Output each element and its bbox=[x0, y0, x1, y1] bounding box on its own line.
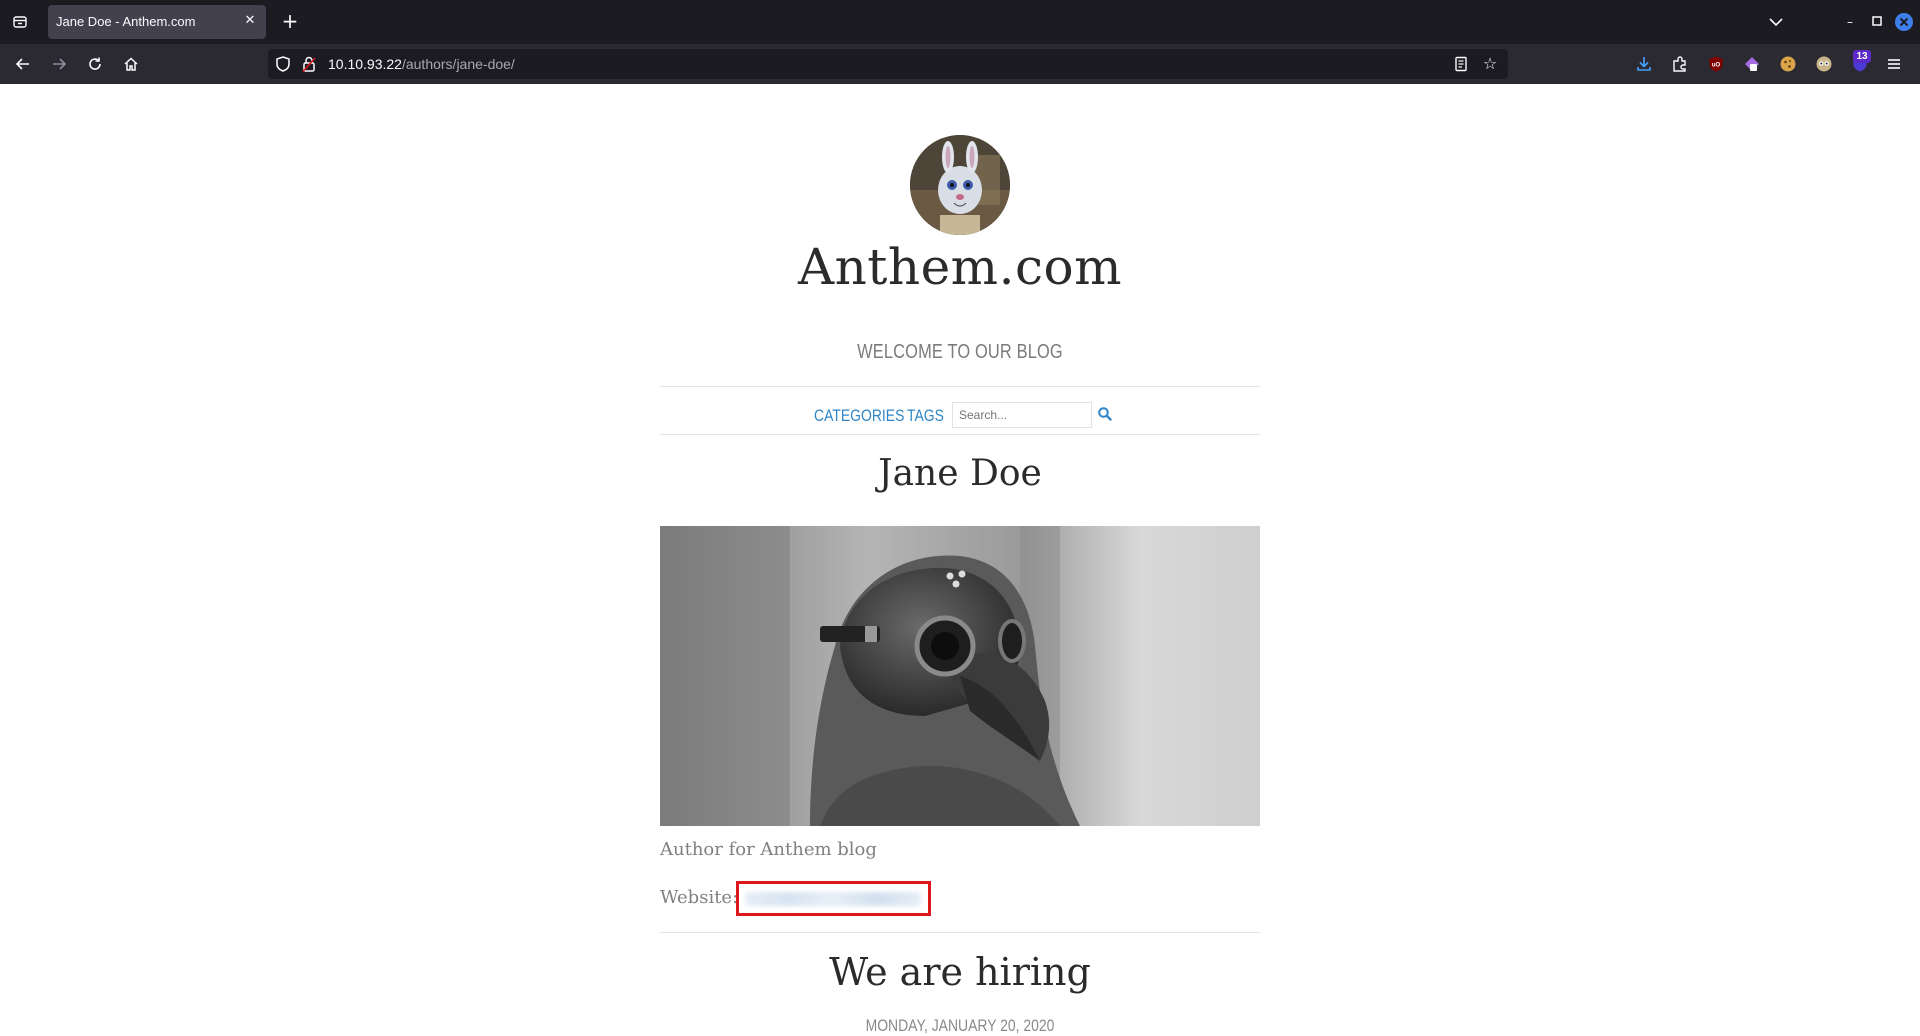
post-title-link[interactable]: We are hiring bbox=[660, 950, 1260, 994]
cookie-extension-icon[interactable] bbox=[1778, 54, 1798, 74]
maximize-icon[interactable] bbox=[1867, 12, 1887, 32]
url-host: 10.10.93.22 bbox=[328, 56, 402, 72]
container-tabs-icon[interactable] bbox=[1742, 54, 1762, 74]
site-tagline: WELCOME TO OUR BLOG bbox=[857, 341, 1063, 363]
site-nav-menu: CATEGORIES TAGS bbox=[660, 397, 1260, 435]
navigation-toolbar: 10.10.93.22/authors/jane-doe/ ☆ uO bbox=[0, 44, 1920, 84]
address-bar[interactable]: 10.10.93.22/authors/jane-doe/ ☆ bbox=[268, 49, 1508, 79]
minimize-icon[interactable]: – bbox=[1840, 12, 1860, 32]
url-text[interactable]: 10.10.93.22/authors/jane-doe/ bbox=[328, 56, 515, 72]
close-tab-icon[interactable]: ✕ bbox=[242, 13, 258, 29]
owl-extension-icon[interactable] bbox=[1814, 54, 1834, 74]
tracking-protection-shield-icon[interactable] bbox=[274, 55, 292, 73]
divider bbox=[660, 434, 1260, 435]
browser-tab-active[interactable]: Jane Doe - Anthem.com ✕ bbox=[48, 5, 266, 39]
url-path: /authors/jane-doe/ bbox=[401, 56, 515, 72]
extension-badge-count: 13 bbox=[1853, 50, 1871, 63]
reader-view-icon[interactable] bbox=[1452, 55, 1470, 73]
bookmark-star-icon[interactable]: ☆ bbox=[1480, 54, 1500, 74]
search-icon[interactable] bbox=[1097, 406, 1115, 424]
svg-text:uO: uO bbox=[1712, 63, 1721, 69]
tab-bar: Jane Doe - Anthem.com ✕ + – bbox=[0, 0, 1920, 44]
forward-icon[interactable] bbox=[49, 54, 69, 74]
post-date: MONDAY, JANUARY 20, 2020 bbox=[865, 1016, 1055, 1035]
site-logo-avatar[interactable] bbox=[910, 135, 1010, 235]
author-photo bbox=[660, 526, 1260, 826]
app-menu-icon[interactable] bbox=[1884, 54, 1904, 74]
website-label: Website: bbox=[660, 887, 739, 908]
site-title[interactable]: Anthem.com bbox=[660, 238, 1260, 296]
divider bbox=[660, 932, 1260, 933]
nav-link-categories[interactable]: CATEGORIES bbox=[814, 406, 904, 426]
redacted-url-blur bbox=[745, 892, 921, 906]
divider bbox=[660, 386, 1260, 387]
tab-list-chevron-icon[interactable] bbox=[1766, 12, 1786, 32]
page-content: Anthem.com WELCOME TO OUR BLOG CATEGORIE… bbox=[0, 84, 1920, 1036]
close-window-icon[interactable] bbox=[1894, 12, 1914, 32]
extensions-puzzle-icon[interactable] bbox=[1670, 54, 1690, 74]
nav-link-tags[interactable]: TAGS bbox=[907, 406, 944, 426]
reload-icon[interactable] bbox=[85, 54, 105, 74]
author-name-heading: Jane Doe bbox=[878, 453, 1042, 494]
ublock-origin-icon[interactable]: uO bbox=[1706, 54, 1726, 74]
home-icon[interactable] bbox=[121, 54, 141, 74]
downloads-icon[interactable] bbox=[1634, 54, 1654, 74]
tab-title: Jane Doe - Anthem.com bbox=[56, 14, 196, 29]
author-website-link-redacted[interactable] bbox=[736, 881, 931, 916]
list-all-tabs-icon[interactable] bbox=[10, 12, 30, 32]
new-tab-icon[interactable]: + bbox=[280, 11, 300, 31]
search-input[interactable] bbox=[952, 402, 1092, 428]
connection-lock-icon[interactable] bbox=[301, 55, 317, 73]
author-bio: Author for Anthem blog bbox=[660, 839, 877, 860]
back-icon[interactable] bbox=[13, 54, 33, 74]
